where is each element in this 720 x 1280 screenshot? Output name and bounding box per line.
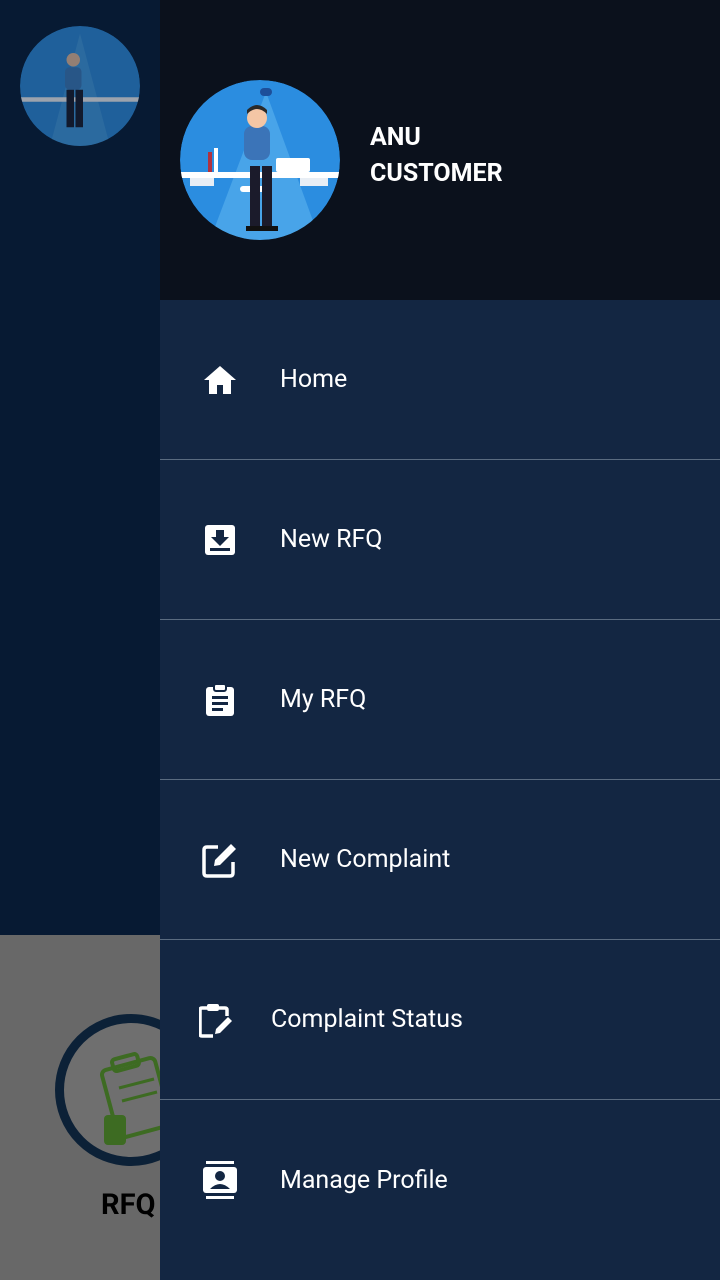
menu-item-new-complaint[interactable]: New Complaint bbox=[160, 780, 720, 940]
menu-label-new-rfq: New RFQ bbox=[280, 525, 383, 554]
drawer-menu: Home New RFQ My RFQ New Complaint Compla… bbox=[160, 300, 720, 1260]
user-name: ANU bbox=[370, 123, 421, 152]
home-icon bbox=[200, 360, 240, 400]
clipboard-edit-icon bbox=[196, 1000, 236, 1040]
inbox-download-icon bbox=[200, 520, 240, 560]
menu-item-new-rfq[interactable]: New RFQ bbox=[160, 460, 720, 620]
menu-label-my-rfq: My RFQ bbox=[280, 685, 367, 714]
drawer-header: ANU CUSTOMER bbox=[160, 0, 720, 300]
contact-card-icon bbox=[200, 1160, 240, 1200]
menu-label-new-complaint: New Complaint bbox=[280, 845, 451, 874]
clipboard-text-icon bbox=[200, 680, 240, 720]
menu-item-manage-profile[interactable]: Manage Profile bbox=[160, 1100, 720, 1260]
background-avatar bbox=[20, 26, 140, 146]
user-role: CUSTOMER bbox=[370, 159, 503, 188]
menu-item-complaint-status[interactable]: Complaint Status bbox=[160, 940, 720, 1100]
navigation-drawer: ANU CUSTOMER Home New RFQ My RFQ New Com… bbox=[160, 0, 720, 1280]
avatar[interactable] bbox=[180, 80, 340, 240]
menu-item-my-rfq[interactable]: My RFQ bbox=[160, 620, 720, 780]
edit-square-icon bbox=[200, 840, 240, 880]
menu-label-manage-profile: Manage Profile bbox=[280, 1165, 448, 1195]
menu-item-home[interactable]: Home bbox=[160, 300, 720, 460]
menu-label-complaint-status: Complaint Status bbox=[271, 1005, 463, 1034]
menu-label-home: Home bbox=[280, 365, 348, 394]
background-rfq-label: RFQ bbox=[101, 1188, 156, 1222]
